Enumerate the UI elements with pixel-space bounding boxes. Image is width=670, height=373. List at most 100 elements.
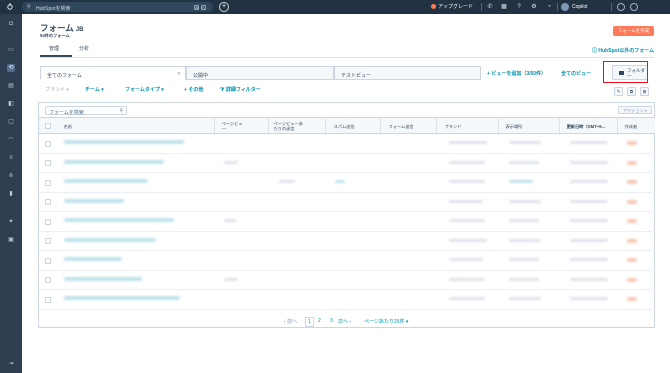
page-1-button[interactable]: 1 [305, 317, 314, 327]
form-name-link[interactable] [63, 257, 122, 261]
row-checkbox[interactable] [44, 140, 51, 147]
brand-filter[interactable]: ブランド ▾ [45, 86, 69, 93]
save-view-icon[interactable]: ⊞ [640, 87, 649, 96]
actions-dropdown[interactable]: アクション ▾ [618, 106, 652, 114]
brand-cell [448, 297, 485, 300]
form-name-link[interactable] [63, 276, 142, 281]
row-checkbox[interactable] [44, 296, 51, 303]
copilot-icon[interactable] [561, 3, 569, 11]
calling-icon[interactable]: ✆ [486, 3, 494, 11]
page-2-button[interactable]: 2 [318, 318, 321, 324]
creator-avatar [626, 258, 637, 262]
workspaces-icon[interactable]: ▭ [7, 46, 15, 54]
location-cell [508, 238, 541, 242]
column-header-page-views[interactable]: ページビュ ― [222, 121, 243, 131]
team-filter[interactable]: チーム ▾ [85, 86, 104, 93]
table-row[interactable] [38, 173, 655, 193]
form-name-link[interactable] [63, 218, 174, 222]
title-dropdown-badge[interactable]: JB [76, 27, 84, 33]
view-tab-test-view[interactable]: テストビュー [334, 66, 481, 80]
notifications-bell-icon[interactable]: ◔ [545, 3, 553, 11]
marketing-icon[interactable]: ⟲ [7, 64, 15, 72]
view-tab-all-forms[interactable]: 全てのフォーム ✕ [40, 66, 186, 80]
library-icon[interactable]: ▣ [7, 236, 15, 244]
column-header-brand[interactable]: ブランド [445, 124, 462, 129]
column-header-spam-submissions[interactable]: スパム送信 [334, 124, 355, 129]
settings-gear-icon[interactable]: ⚙ [530, 3, 538, 11]
edit-columns-icon[interactable]: ✎ [614, 87, 623, 96]
crm-icon[interactable]: ▤ [7, 82, 15, 90]
all-views-link[interactable]: 全てのビュー [561, 70, 591, 77]
table-row[interactable] [38, 193, 655, 212]
form-search-input[interactable]: フォームを検索 ⚲ [45, 106, 127, 116]
brand-cell [448, 219, 485, 222]
add-view-button[interactable]: + ビューを追加（3/50件） [487, 70, 546, 77]
row-checkbox[interactable] [44, 179, 51, 186]
row-checkbox[interactable] [44, 257, 51, 264]
copilot-button[interactable]: Copilot [572, 4, 588, 10]
hubspot-logo-icon[interactable] [6, 3, 14, 11]
column-header-display-location[interactable]: 表示場所 [506, 124, 523, 129]
select-all-checkbox[interactable] [44, 123, 51, 129]
reporting-icon[interactable]: ▮ [7, 190, 15, 198]
row-checkbox[interactable] [44, 218, 51, 225]
data-management-icon[interactable]: ≡ [7, 154, 15, 162]
close-icon[interactable]: ✕ [177, 71, 181, 77]
next-page-button[interactable]: 次へ › [338, 318, 351, 325]
view-tab-published[interactable]: 公開中 [186, 66, 334, 80]
help-icon[interactable]: ? [515, 3, 523, 11]
duplicate-view-icon[interactable]: ⧉ [627, 87, 636, 96]
upgrade-button[interactable]: アップグレード [431, 3, 473, 10]
form-name-link[interactable] [63, 198, 124, 203]
page-3-button[interactable]: 3 [330, 318, 333, 324]
automation-icon[interactable]: ⋔ [7, 172, 15, 180]
tab-analyze[interactable]: 分析 [79, 45, 89, 52]
form-type-filter[interactable]: フォームタイプ ▾ [125, 86, 164, 93]
quick-create-button[interactable]: + [219, 2, 229, 12]
content-icon[interactable]: ▢ [7, 118, 15, 126]
previous-page-button[interactable]: ‹ 前へ [284, 318, 297, 325]
creator-avatar [626, 238, 637, 243]
form-search-placeholder: フォームを検索 [49, 109, 84, 116]
form-name-link[interactable] [63, 237, 156, 242]
column-header-updated-at[interactable]: 更新日時（GMT+9… [567, 124, 606, 129]
form-name-link[interactable] [63, 140, 184, 144]
create-form-button[interactable]: フォームを作成 [613, 26, 654, 36]
form-name-link[interactable] [63, 179, 148, 183]
bookmarks-icon[interactable]: ◘ [7, 20, 15, 28]
column-header-created-by[interactable]: 作成者 [625, 124, 638, 129]
service-icon[interactable]: ◠ [7, 136, 15, 144]
sales-icon[interactable]: ◧ [7, 100, 15, 108]
account-ring-icon[interactable] [617, 3, 625, 11]
form-name-link[interactable] [63, 296, 180, 300]
advanced-filters-button[interactable]: ⧩ 詳細フィルター [220, 86, 261, 93]
column-header-submissions-per-view[interactable]: ページビューあ たりの送信 [274, 121, 303, 131]
more-filters-button[interactable]: + その他 [184, 86, 203, 93]
marketplace-icon[interactable]: ▦ [500, 3, 508, 11]
column-divider [558, 118, 560, 135]
column-header-label: 作成者 [624, 124, 638, 129]
table-row[interactable] [38, 251, 655, 271]
user-avatar[interactable] [630, 3, 638, 11]
table-row[interactable] [38, 232, 655, 251]
column-header-form-submissions[interactable]: フォーム送信 [389, 124, 414, 129]
column-divider [497, 118, 499, 135]
per-page-dropdown[interactable]: ページあたり25件 ▾ [364, 318, 408, 325]
column-header-name[interactable]: 名前 [64, 124, 72, 129]
table-row[interactable] [38, 154, 655, 173]
shortcut-cmd-key: ⌘ [194, 4, 199, 10]
table-row[interactable] [38, 212, 655, 232]
collapse-sidebar-icon[interactable]: ⇥ [7, 360, 15, 368]
row-checkbox[interactable] [44, 238, 51, 244]
table-row[interactable] [38, 290, 655, 310]
form-name-link[interactable] [63, 159, 164, 164]
table-row[interactable] [38, 271, 655, 290]
commerce-icon[interactable]: ✦ [7, 218, 15, 226]
table-row[interactable] [38, 134, 655, 154]
global-search-input[interactable]: ⚲ HubSpotを検索 ⌘ K [22, 2, 213, 12]
row-checkbox[interactable] [44, 277, 51, 283]
row-checkbox[interactable] [44, 199, 51, 205]
tab-manage[interactable]: 管理 [49, 45, 59, 52]
non-hubspot-forms-link[interactable]: ⓘ HubSpot以外のフォーム [592, 47, 654, 54]
row-checkbox[interactable] [44, 160, 51, 166]
